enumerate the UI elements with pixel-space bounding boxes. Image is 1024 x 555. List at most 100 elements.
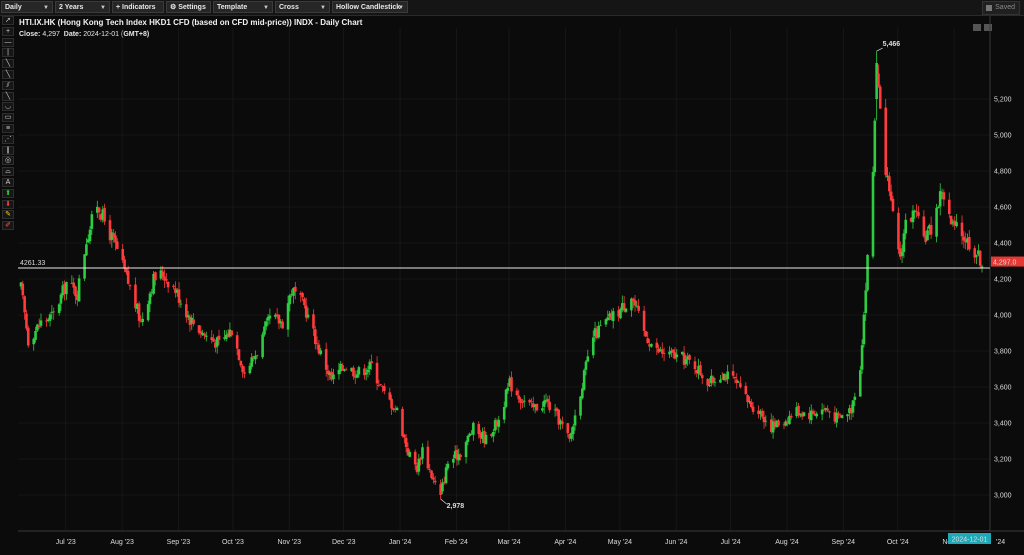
candle-up [141,318,145,322]
candle-down [811,411,815,414]
candle-up [444,467,448,484]
candle-down [341,365,344,370]
candle-down [561,421,564,425]
candle-down [428,468,432,470]
candle-up [541,408,544,411]
candle-up [597,325,600,338]
candle-down [749,401,753,407]
x-tick-label-partial: '24 [996,539,1005,546]
x-tick-label: Oct '24 [887,539,909,546]
candle-down [192,319,195,325]
candle-down [877,73,880,88]
candle-down [706,378,709,386]
price-chart[interactable]: 4261.33 3,000 3,200 3,400 3,600 3,800 4,000 4,2… [0,0,1024,555]
candle-down [960,222,964,237]
candle-up [452,458,455,463]
candle-up [980,266,984,268]
annotation-label: 5,466 [883,41,901,48]
candle-up [802,412,806,416]
candlestick-series [19,51,984,499]
candle-up [904,219,908,234]
candle-up [862,314,866,345]
candle-up [497,419,501,427]
candle-down [26,327,30,346]
candle-down [37,326,41,327]
candle-down [301,293,304,298]
candle-up [90,214,94,229]
candle-up [357,367,361,375]
candle-up [504,389,508,407]
candle-up [591,337,595,356]
candle-up [684,359,688,365]
y-tick-label: 3,800 [994,349,1012,356]
y-tick-label: 3,400 [994,421,1012,428]
candle-down [633,300,637,306]
candle-up [77,278,81,302]
y-tick-label: 5,200 [994,97,1012,104]
candle-down [922,216,926,237]
y-tick-label: 4,600 [994,205,1012,212]
candle-down [237,349,241,361]
x-tick-label: Aug '24 [775,539,799,546]
candle-up [911,210,915,223]
candle-up [250,357,254,367]
candle-up [286,303,290,330]
candle-up [584,361,588,370]
candle-up [83,254,86,279]
candle-down [642,310,646,331]
candle-up [263,326,266,335]
candle-up [840,415,844,418]
x-tick-label: Feb '24 [445,539,468,546]
candle-up [573,415,577,426]
candle-down [477,423,481,435]
current-date-label: 2024-12-01 [952,537,988,544]
candle-down [23,296,26,313]
candle-down [281,321,284,329]
candle-up [254,355,257,360]
candle-down [731,371,735,376]
candle-up [264,321,268,327]
candle-up [421,447,424,459]
candle-up [261,334,264,358]
candle-down [671,349,675,353]
candle-down [377,385,381,386]
y-tick-label: 4,000 [994,313,1012,320]
candle-up [506,387,510,391]
candle-down [294,286,297,292]
candle-down [375,362,379,384]
candle-down [161,271,164,277]
candle-up [864,290,868,313]
candle-up [579,396,582,416]
x-tick-label: Dec '23 [332,539,356,546]
candle-down [521,401,524,403]
candle-down [693,361,697,370]
candle-down [744,385,748,395]
candle-down [978,250,982,266]
candle-down [459,454,462,457]
candle-down [123,259,126,269]
candle-up [464,441,468,458]
candle-up [484,435,488,444]
candle-down [115,241,119,249]
candle-up [675,354,679,358]
candle-down [510,377,513,392]
candle-up [820,409,824,415]
candle-up [502,407,506,420]
candle-up [846,414,849,417]
candle-down [303,298,306,306]
candle-down [826,408,829,411]
candle-up [866,254,869,291]
candle-up [417,458,421,472]
candle-up [85,244,88,256]
x-tick-label: Sep '23 [167,539,191,546]
candle-up [581,388,584,399]
candle-up [873,120,877,173]
y-tick-label: 3,000 [994,493,1012,500]
candle-up [57,304,61,313]
candle-down [126,270,130,284]
candle-down [515,390,519,396]
candle-up [764,420,768,422]
candle-up [713,381,717,383]
candle-up [306,314,310,318]
x-tick-label: Oct '23 [222,539,244,546]
